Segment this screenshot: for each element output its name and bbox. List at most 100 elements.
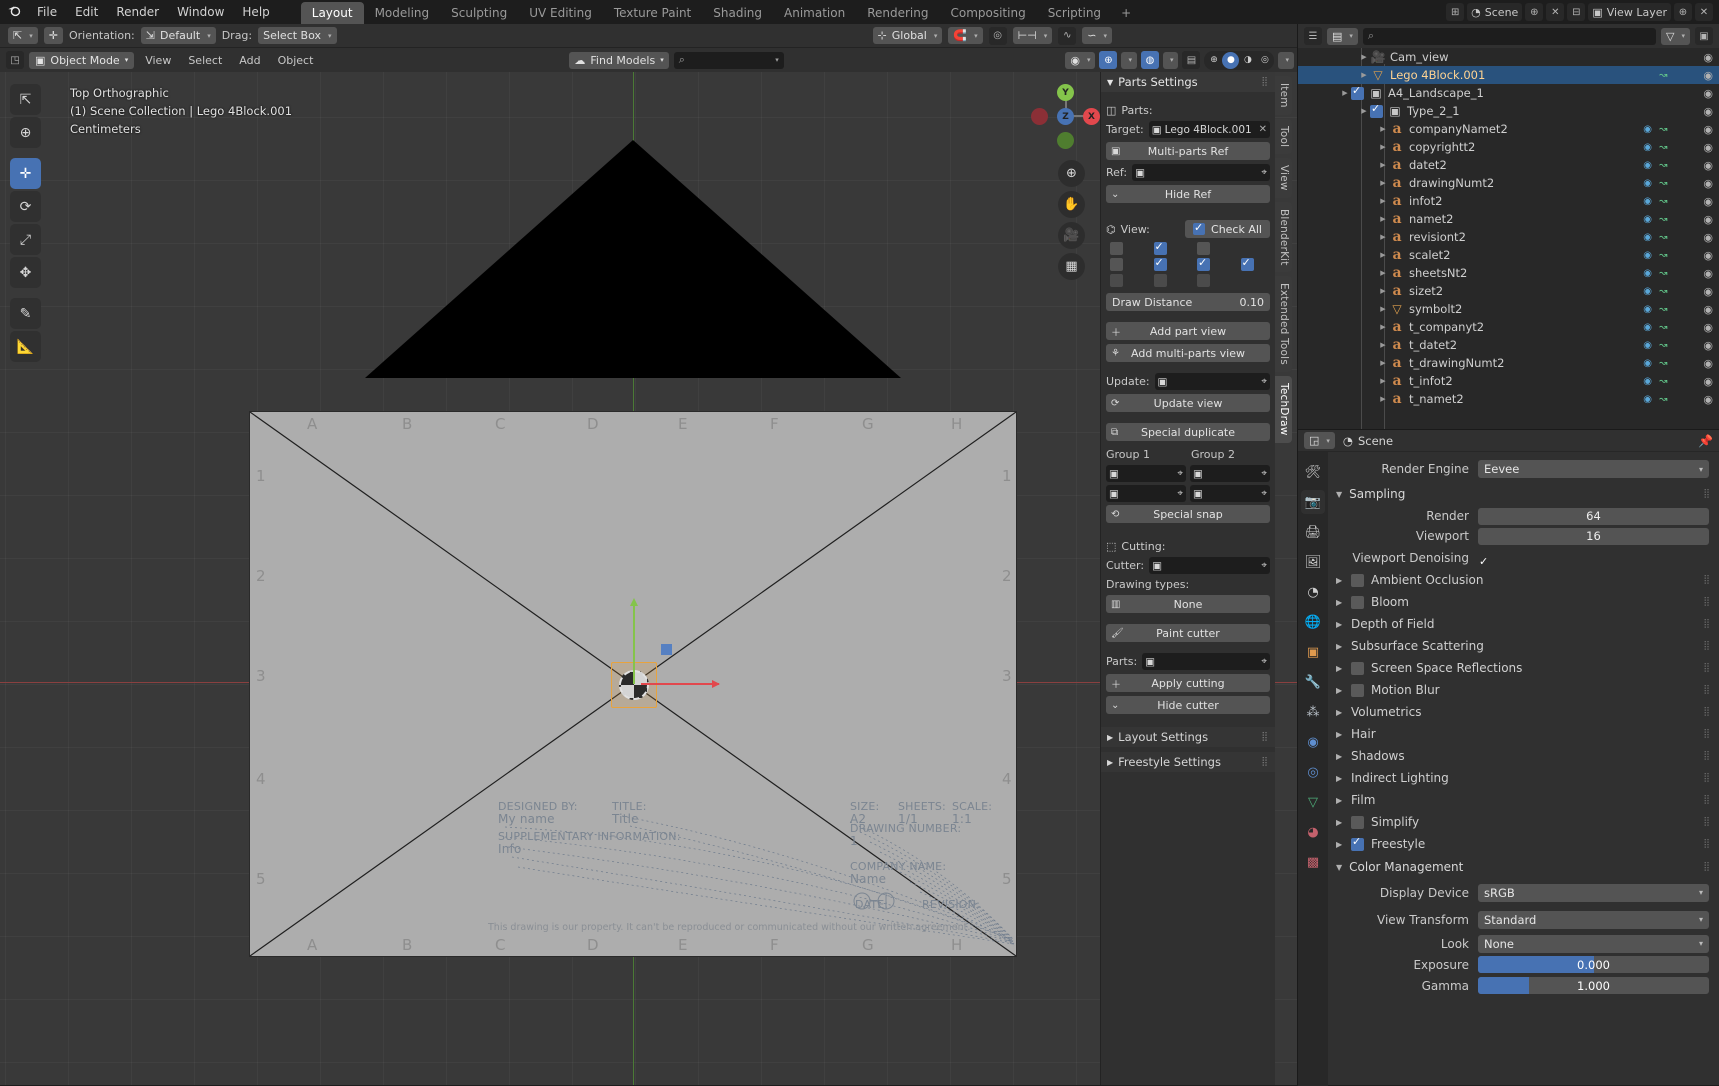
view-check-1-3[interactable] [1241,258,1254,271]
special-snap-button[interactable]: ⟲ Special snap [1106,505,1270,523]
view-check-2-1[interactable] [1154,274,1167,287]
multi-parts-ref-button[interactable]: ▣ Multi-parts Ref [1106,142,1270,160]
outliner-row-companynamet2[interactable]: ▶acompanyNamet2◉↝◉ [1298,120,1719,138]
outliner-expand-icon[interactable]: ▶ [1377,305,1389,313]
animation-data-icon[interactable]: ↝ [1659,394,1667,405]
parts2-eyedropper-icon[interactable]: ⌖ [1261,656,1267,667]
freestyle-settings-grip-icon[interactable]: ⣿ [1261,757,1269,767]
prop-tab-object-icon[interactable]: ▣ [1301,640,1325,664]
clear-target-icon[interactable]: ✕ [1259,124,1267,135]
section-grip-icon[interactable]: ⣿ [1703,729,1719,739]
ref-object-field[interactable]: ▣ ⌖ [1132,164,1270,181]
outliner-expand-icon[interactable]: ▶ [1377,215,1389,223]
animation-data-icon[interactable]: ↝ [1659,70,1667,81]
section-grip-icon[interactable]: ⣿ [1703,663,1719,673]
pivot-point-dropdown[interactable]: ⊢⊣▾ [1013,27,1053,44]
menu-edit[interactable]: Edit [66,3,107,21]
modifier-icon[interactable]: ◉ [1643,160,1652,171]
outliner-expand-icon[interactable]: ▶ [1358,53,1370,61]
cutter-object-field[interactable]: ▣ ⌖ [1149,557,1270,574]
outliner-expand-icon[interactable]: ▶ [1377,179,1389,187]
falloff-dropdown[interactable]: ∽▾ [1082,27,1112,44]
eyedropper-icon[interactable]: ⌖ [1261,167,1267,178]
section-expand-icon[interactable]: ▶ [1336,576,1344,585]
modifier-icon[interactable]: ◉ [1643,232,1652,243]
hide-in-viewport-icon[interactable]: ◉ [1703,285,1713,298]
sidebar-parts-settings-panel[interactable]: ▼ Parts Settings ⣿ ◫ Parts: Target: ▣ Le… [1100,72,1275,1085]
modifier-icon[interactable]: ◉ [1643,178,1652,189]
outliner-expand-icon[interactable]: ▶ [1377,125,1389,133]
section-expand-icon[interactable]: ▶ [1336,818,1344,827]
prop-section-motion-blur[interactable]: ▶Motion Blur⣿ [1328,679,1719,701]
prop-section-indirect-lighting[interactable]: ▶Indirect Lighting⣿ [1328,767,1719,789]
animation-data-icon[interactable]: ↝ [1659,250,1667,261]
menu-help[interactable]: Help [233,3,278,21]
toggle-perspective-icon[interactable]: ▦ [1058,253,1085,280]
prop-section-volumetrics[interactable]: ▶Volumetrics⣿ [1328,701,1719,723]
transform-orientation-dropdown[interactable]: ⊹ Global ▾ [873,27,943,44]
xray-toggle-icon[interactable]: ▤ [1182,51,1200,69]
outliner-row-datet2[interactable]: ▶adatet2◉↝◉ [1298,156,1719,174]
hide-in-viewport-icon[interactable]: ◉ [1703,123,1713,136]
outliner-new-collection-icon[interactable]: ▣ [1695,27,1713,45]
tab-layout[interactable]: Layout [301,2,364,25]
sidebar-tab-view[interactable]: View [1275,158,1292,198]
view-check-1-2[interactable] [1197,258,1210,271]
outliner-row-t-companyt2[interactable]: ▶at_companyt2◉↝◉ [1298,318,1719,336]
view-layer-browse-icon[interactable]: ⊟ [1567,3,1585,21]
pan-hand-icon[interactable]: ✋ [1058,191,1085,218]
outliner-expand-icon[interactable]: ▶ [1358,71,1370,79]
tab-texture-paint[interactable]: Texture Paint [603,2,702,25]
hide-in-viewport-icon[interactable]: ◉ [1703,303,1713,316]
hide-in-viewport-icon[interactable]: ◉ [1703,231,1713,244]
view-check-2-2[interactable] [1197,274,1210,287]
tool-annotate-icon[interactable]: ✎ [10,298,41,329]
section-grip-icon[interactable]: ⣿ [1703,751,1719,761]
tool-tweak-icon[interactable]: ⇱ [10,84,41,115]
shading-wireframe-icon[interactable]: ⊕ [1205,52,1222,69]
outliner-row-cam-view[interactable]: ▶🎥Cam_view◉ [1298,48,1719,66]
parts-settings-header[interactable]: ▼ Parts Settings ⣿ [1101,72,1275,92]
tab-sculpting[interactable]: Sculpting [440,2,518,25]
tab-shading[interactable]: Shading [702,2,773,25]
hide-in-viewport-icon[interactable]: ◉ [1703,339,1713,352]
interaction-mode-dropdown[interactable]: ▣ Object Mode ▾ [29,52,134,69]
sidebar-tab-techdraw[interactable]: TechDraw [1275,376,1292,443]
menu-render[interactable]: Render [107,3,168,21]
tool-transform-icon[interactable]: ✥ [10,257,41,288]
viewport-menu-view[interactable]: View [139,54,177,67]
outliner-row-copyrightt2[interactable]: ▶acopyrightt2◉↝◉ [1298,138,1719,156]
prop-tab-render-icon[interactable]: 📷 [1301,490,1325,514]
animation-data-icon[interactable]: ↝ [1659,160,1667,171]
group1-field-2[interactable]: ▣⌖ [1106,485,1186,502]
parts2-object-field[interactable]: ▣ ⌖ [1142,653,1270,670]
prop-section-freestyle[interactable]: ▶Freestyle⣿ [1328,833,1719,855]
tab-compositing[interactable]: Compositing [939,2,1036,25]
hide-ref-button[interactable]: ⌄ Hide Ref [1106,185,1270,203]
color-management-grip-icon[interactable]: ⣿ [1703,862,1719,872]
view-check-1-1[interactable] [1154,258,1167,271]
g1f1-eyedropper-icon[interactable]: ⌖ [1177,468,1183,479]
check-all-button[interactable]: Check All [1185,220,1270,238]
zoom-icon[interactable]: ⊕ [1058,160,1085,187]
section-expand-icon[interactable]: ▶ [1336,620,1344,629]
animation-data-icon[interactable]: ↝ [1659,214,1667,225]
tab-animation[interactable]: Animation [773,2,856,25]
section-expand-icon[interactable]: ▶ [1336,774,1344,783]
g2f2-eyedropper-icon[interactable]: ⌖ [1261,488,1267,499]
modifier-icon[interactable]: ◉ [1643,124,1652,135]
pin-id-icon[interactable]: 📌 [1698,434,1713,448]
freestyle-settings-expand-icon[interactable]: ▶ [1107,758,1113,767]
prop-tab-view-layer-icon[interactable]: 🖼 [1301,550,1325,574]
prop-section-depth-of-field[interactable]: ▶Depth of Field⣿ [1328,613,1719,635]
outliner-row-namet2[interactable]: ▶anamet2◉↝◉ [1298,210,1719,228]
section-enable-checkbox[interactable] [1351,574,1364,587]
tool-rotate-icon[interactable]: ⟳ [10,191,41,222]
menu-file[interactable]: File [28,3,66,21]
group1-field-1[interactable]: ▣⌖ [1106,465,1186,482]
modifier-icon[interactable]: ◉ [1643,250,1652,261]
orientation-dropdown[interactable]: ⇲ Default ▾ [141,27,216,44]
section-enable-checkbox[interactable] [1351,838,1364,851]
section-expand-icon[interactable]: ▶ [1336,796,1344,805]
modifier-icon[interactable]: ◉ [1643,268,1652,279]
